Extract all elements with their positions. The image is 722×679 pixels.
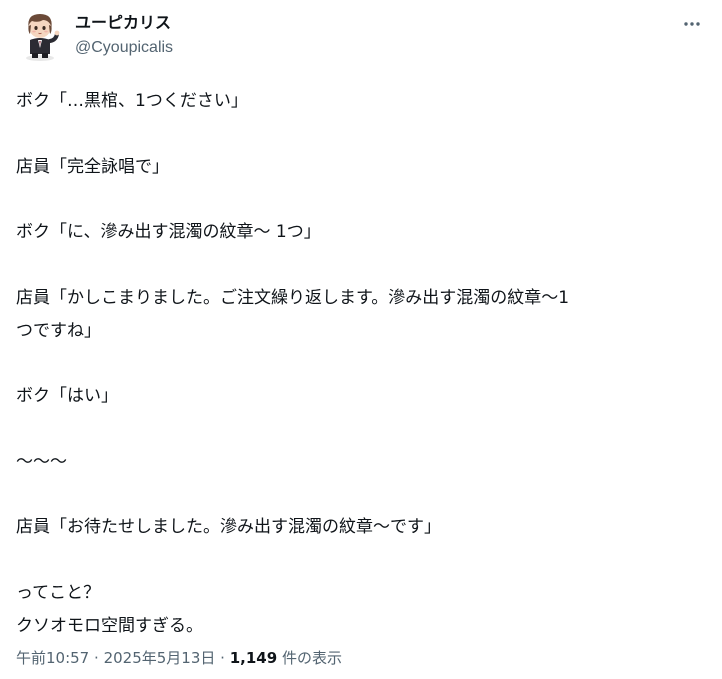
meta-separator: · — [94, 649, 99, 667]
text-line: クソオモロ空間すぎる。 — [16, 615, 203, 636]
meta-separator: · — [220, 649, 225, 667]
text-line: ボク「に、滲み出す混濁の紋章～ 1つ」 — [16, 222, 321, 243]
tweet-time-link[interactable]: 午前10:57 · 2025年5月13日 — [16, 649, 215, 667]
tweet-header: ユーピカリス @Cyoupicalis — [16, 10, 706, 66]
text-line: ボク「はい」 — [16, 386, 118, 407]
tweet-text: ボク「…黒棺、1つください」 店員「完全詠唱で」 ボク「に、滲み出す混濁の紋章～… — [16, 85, 706, 643]
author-names: ユーピカリス @Cyoupicalis — [75, 12, 173, 59]
text-line: 店員「かしこまりました。ご注文繰り返します。滲み出す混濁の紋章～1 — [16, 287, 570, 308]
views-count: 1,149 — [229, 649, 278, 667]
text-line: ってこと？ — [16, 582, 101, 603]
views-label: 件の表示 — [281, 649, 342, 667]
text-line: ボク「…黒棺、1つください」 — [16, 91, 248, 111]
tweet-meta: 午前10:57 · 2025年5月13日 · 1,149 件の表示 — [16, 647, 342, 669]
text-line: ～～～ — [16, 451, 67, 472]
more-dots-icon[interactable] — [682, 14, 702, 34]
text-line: つですね」 — [16, 320, 101, 341]
tweet-time: 午前10:57 — [16, 649, 90, 667]
tweet: ユーピカリス @Cyoupicalis ボク「…黒棺、1つください」 店員「完全… — [0, 0, 722, 679]
text-line: 店員「完全詠唱で」 — [16, 156, 169, 177]
tweet-date: 2025年5月13日 — [103, 649, 216, 667]
author-display-name[interactable]: ユーピカリス — [75, 12, 173, 34]
text-line: 店員「お待たせしました。滲み出す混濁の紋章～です」 — [16, 517, 441, 538]
author-handle[interactable]: @Cyoupicalis — [75, 37, 173, 59]
avatar[interactable] — [16, 10, 64, 62]
